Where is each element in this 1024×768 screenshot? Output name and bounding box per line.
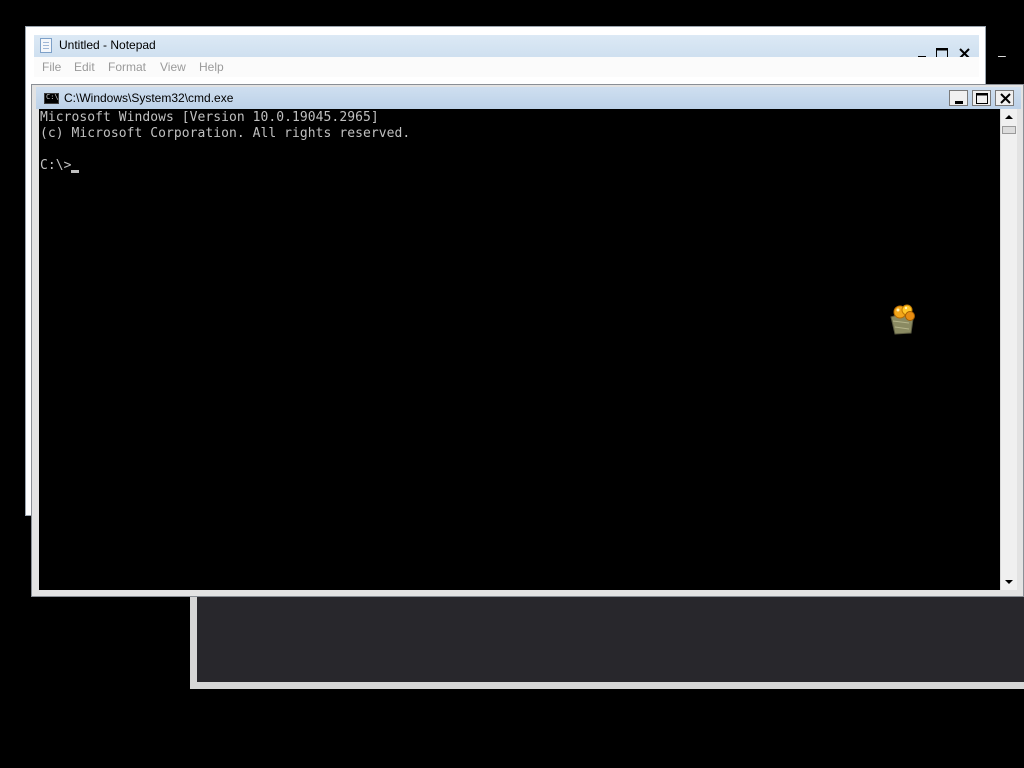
console-line: (c) Microsoft Corporation. All rights re… (40, 126, 411, 141)
console-output[interactable]: Microsoft Windows [Version 10.0.19045.29… (39, 109, 1000, 590)
menu-help[interactable]: Help (199, 60, 224, 74)
menu-view[interactable]: View (160, 60, 186, 74)
menu-edit[interactable]: Edit (74, 60, 95, 74)
window-content (197, 595, 1024, 682)
background-window-bottom[interactable] (190, 595, 1024, 689)
console-line: Microsoft Windows [Version 10.0.19045.29… (40, 110, 379, 125)
close-icon (1000, 93, 1011, 104)
notepad-icon (40, 38, 52, 53)
notepad-menubar: File Edit Format View Help (34, 57, 979, 77)
scroll-down-button[interactable] (1001, 573, 1017, 590)
maximize-icon (976, 93, 988, 104)
notepad-title: Untitled - Notepad (59, 38, 156, 52)
minimize-button[interactable] (949, 90, 968, 106)
minimize-icon[interactable]: – (998, 47, 1006, 63)
desktop: – Untitled - Notepad File Edit Format Vi… (0, 0, 1024, 768)
close-button[interactable] (995, 90, 1014, 106)
notepad-titlebar[interactable]: Untitled - Notepad (34, 35, 979, 59)
command-prompt[interactable]: C:\> (40, 158, 72, 173)
arrow-up-icon (1005, 115, 1013, 119)
background-window[interactable]: – (984, 27, 1024, 79)
minimize-icon (955, 101, 963, 104)
vertical-scrollbar[interactable] (1000, 109, 1017, 590)
maximize-button[interactable] (972, 90, 991, 106)
balloons-icon[interactable] (889, 303, 917, 335)
cmd-icon (44, 93, 59, 104)
arrow-down-icon (1005, 580, 1013, 584)
cmd-window[interactable]: C:\Windows\System32\cmd.exe Microsoft Wi… (31, 84, 1024, 597)
menu-file[interactable]: File (42, 60, 61, 74)
cmd-titlebar[interactable]: C:\Windows\System32\cmd.exe (36, 87, 1021, 109)
scroll-up-button[interactable] (1001, 109, 1017, 126)
scroll-thumb[interactable] (1002, 126, 1016, 134)
menu-format[interactable]: Format (108, 60, 146, 74)
cmd-title: C:\Windows\System32\cmd.exe (64, 91, 234, 105)
text-cursor (71, 170, 79, 173)
